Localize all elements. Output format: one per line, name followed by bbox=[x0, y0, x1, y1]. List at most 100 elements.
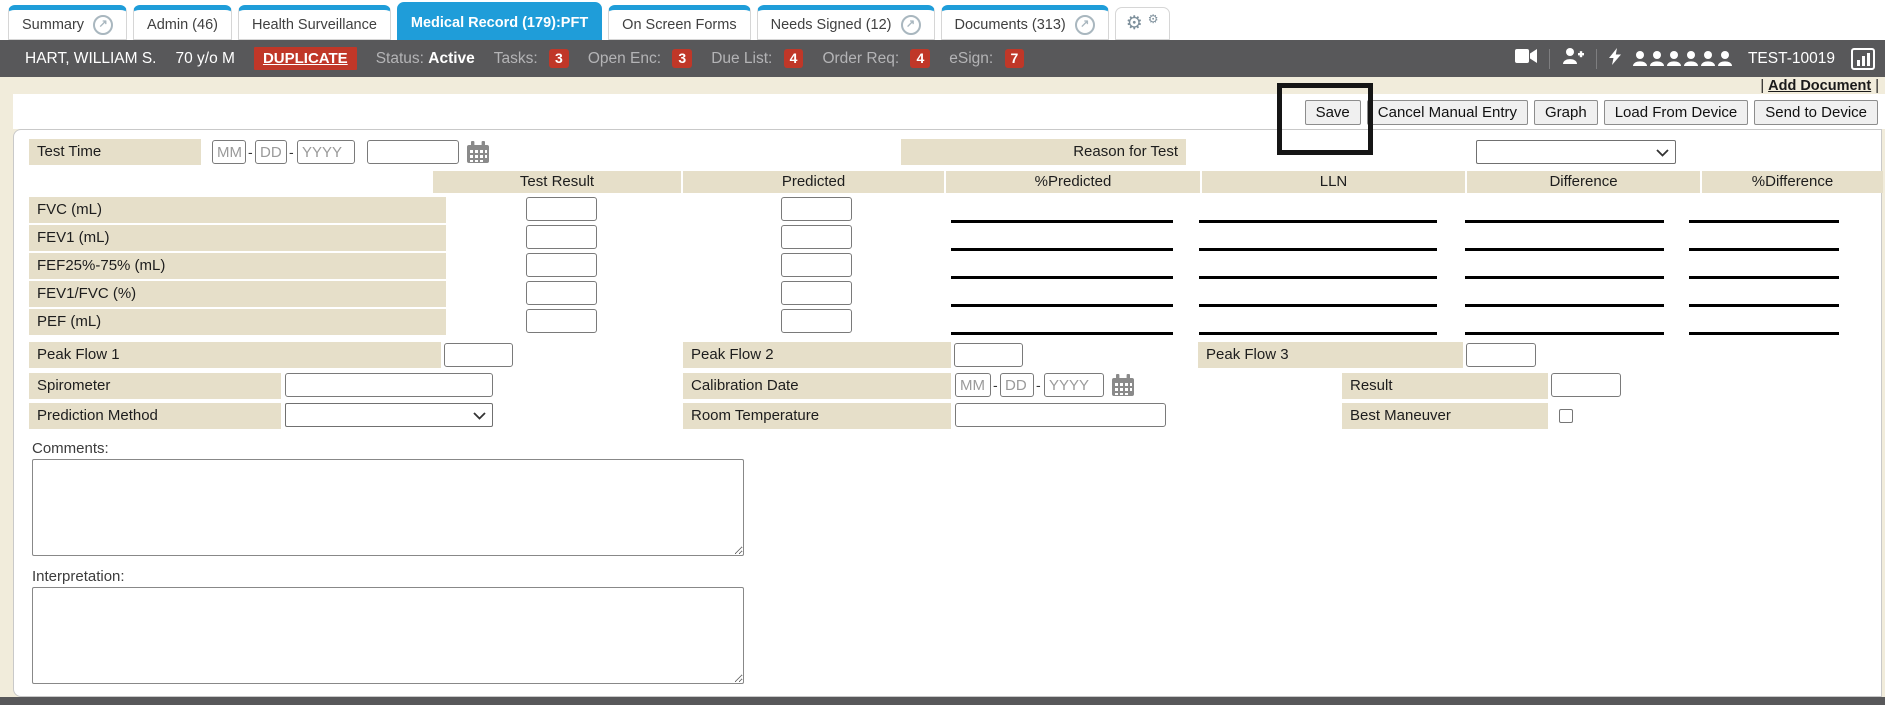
fev1-predicted-input[interactable] bbox=[781, 225, 852, 249]
load-from-device-button[interactable]: Load From Device bbox=[1604, 100, 1749, 125]
fef-test-result-input[interactable] bbox=[526, 253, 597, 277]
date-separator: - bbox=[993, 377, 998, 393]
tab-summary[interactable]: Summary ↗ bbox=[8, 5, 127, 40]
duplicate-badge[interactable]: DUPLICATE bbox=[254, 47, 357, 70]
open-in-new-icon[interactable]: ↗ bbox=[93, 15, 113, 35]
test-time-input[interactable] bbox=[367, 140, 459, 164]
tab-documents[interactable]: Documents (313) ↗ bbox=[941, 5, 1109, 40]
result-label: Result bbox=[1342, 373, 1548, 399]
fev1-lln-line bbox=[1199, 248, 1437, 251]
esign-count-badge[interactable]: 7 bbox=[1005, 49, 1025, 68]
chevron-down-icon bbox=[473, 412, 486, 420]
calendar-icon[interactable] bbox=[467, 141, 489, 168]
calibration-month-input[interactable] bbox=[955, 373, 991, 397]
test-day-input[interactable] bbox=[255, 140, 287, 164]
pef-test-result-input[interactable] bbox=[526, 309, 597, 333]
esign-label: eSign: bbox=[949, 50, 993, 67]
calendar-icon[interactable] bbox=[1112, 374, 1134, 401]
tab-needs-signed[interactable]: Needs Signed (12) ↗ bbox=[757, 5, 935, 40]
fev1-fvc-test-result-input[interactable] bbox=[526, 281, 597, 305]
calibration-date-label: Calibration Date bbox=[683, 373, 951, 399]
row-label-fev1-fvc: FEV1/FVC (%) bbox=[29, 281, 446, 307]
add-person-icon[interactable] bbox=[1562, 48, 1584, 69]
row-label-pef: PEF (mL) bbox=[29, 309, 446, 335]
due-list-count-badge[interactable]: 4 bbox=[784, 49, 804, 68]
fev1-percent-difference-line bbox=[1689, 248, 1839, 251]
tab-on-screen-forms-label: On Screen Forms bbox=[622, 17, 736, 33]
date-separator: - bbox=[248, 144, 253, 160]
tab-on-screen-forms[interactable]: On Screen Forms bbox=[608, 5, 750, 40]
fef-predicted-input[interactable] bbox=[781, 253, 852, 277]
tasks-count-badge[interactable]: 3 bbox=[549, 49, 569, 68]
tasks-label: Tasks: bbox=[494, 50, 538, 67]
graph-button[interactable]: Graph bbox=[1534, 100, 1598, 125]
room-temperature-input[interactable] bbox=[955, 403, 1166, 427]
fef-percent-predicted-line bbox=[951, 276, 1173, 279]
pef-predicted-input[interactable] bbox=[781, 309, 852, 333]
col-header-percent-difference: %Difference bbox=[1702, 171, 1883, 193]
peak-flow-2-input[interactable] bbox=[954, 343, 1023, 367]
fev1-fvc-lln-line bbox=[1199, 304, 1437, 307]
lightning-icon[interactable] bbox=[1609, 48, 1621, 70]
tab-medical-record-label: Medical Record (179):PFT bbox=[411, 15, 588, 31]
save-button[interactable]: Save bbox=[1305, 100, 1361, 125]
fev1-fvc-predicted-input[interactable] bbox=[781, 281, 852, 305]
test-year-input[interactable] bbox=[297, 140, 355, 164]
test-month-input[interactable] bbox=[212, 140, 246, 164]
fev1-fvc-difference-line bbox=[1465, 304, 1664, 307]
peak-flow-2-label: Peak Flow 2 bbox=[683, 342, 951, 368]
cancel-manual-entry-button[interactable]: Cancel Manual Entry bbox=[1367, 100, 1528, 125]
pef-lln-line bbox=[1199, 332, 1437, 335]
send-to-device-button[interactable]: Send to Device bbox=[1754, 100, 1878, 125]
date-separator: - bbox=[289, 144, 294, 160]
video-camera-icon[interactable] bbox=[1515, 49, 1537, 68]
divider bbox=[1549, 49, 1550, 69]
fvc-difference-line bbox=[1465, 220, 1664, 223]
tab-documents-label: Documents (313) bbox=[955, 17, 1066, 33]
peak-flow-3-input[interactable] bbox=[1466, 343, 1536, 367]
prediction-method-select[interactable] bbox=[285, 403, 493, 427]
due-list-label: Due List: bbox=[711, 50, 772, 67]
room-temperature-label: Room Temperature bbox=[683, 403, 951, 429]
open-in-new-icon[interactable]: ↗ bbox=[901, 15, 921, 35]
bar-chart-icon[interactable] bbox=[1851, 48, 1875, 70]
prediction-method-label: Prediction Method bbox=[29, 403, 281, 429]
result-input[interactable] bbox=[1551, 373, 1621, 397]
tab-admin-label: Admin (46) bbox=[147, 17, 218, 33]
best-maneuver-checkbox[interactable] bbox=[1559, 409, 1573, 423]
reason-for-test-label: Reason for Test bbox=[901, 139, 1186, 165]
reason-for-test-select[interactable] bbox=[1476, 140, 1676, 164]
date-separator: - bbox=[1036, 377, 1041, 393]
add-document-label[interactable]: Add Document bbox=[1768, 78, 1871, 94]
fef-difference-line bbox=[1465, 276, 1664, 279]
tab-medical-record[interactable]: Medical Record (179):PFT bbox=[397, 2, 602, 40]
tab-settings[interactable]: ⚙ ⚙ bbox=[1115, 7, 1170, 40]
add-document-link[interactable]: | Add Document | bbox=[1760, 78, 1879, 94]
fvc-predicted-input[interactable] bbox=[781, 197, 852, 221]
care-team-icons[interactable] bbox=[1633, 51, 1732, 66]
interpretation-textarea[interactable] bbox=[32, 587, 744, 684]
fvc-lln-line bbox=[1199, 220, 1437, 223]
tab-bar: Summary ↗ Admin (46) Health Surveillance… bbox=[0, 0, 1885, 40]
calibration-day-input[interactable] bbox=[1000, 373, 1034, 397]
comments-textarea[interactable] bbox=[32, 459, 744, 556]
spirometer-input[interactable] bbox=[285, 373, 493, 397]
gears-icon: ⚙ bbox=[1148, 13, 1159, 25]
patient-age-sex: 70 y/o M bbox=[176, 50, 235, 68]
open-in-new-icon[interactable]: ↗ bbox=[1075, 15, 1095, 35]
open-enc-label: Open Enc: bbox=[588, 50, 661, 67]
pipe: | bbox=[1875, 78, 1879, 94]
tab-health-surveillance[interactable]: Health Surveillance bbox=[238, 5, 391, 40]
tab-admin[interactable]: Admin (46) bbox=[133, 5, 232, 40]
fvc-test-result-input[interactable] bbox=[526, 197, 597, 221]
col-header-predicted: Predicted bbox=[683, 171, 944, 193]
order-req-count-badge[interactable]: 4 bbox=[910, 49, 930, 68]
fev1-test-result-input[interactable] bbox=[526, 225, 597, 249]
comments-label: Comments: bbox=[32, 440, 109, 457]
divider bbox=[1596, 49, 1597, 69]
open-enc-count-badge[interactable]: 3 bbox=[672, 49, 692, 68]
calibration-year-input[interactable] bbox=[1044, 373, 1104, 397]
patient-name: HART, WILLIAM S. bbox=[25, 50, 157, 68]
peak-flow-1-input[interactable] bbox=[444, 343, 513, 367]
col-header-test-result: Test Result bbox=[433, 171, 681, 193]
